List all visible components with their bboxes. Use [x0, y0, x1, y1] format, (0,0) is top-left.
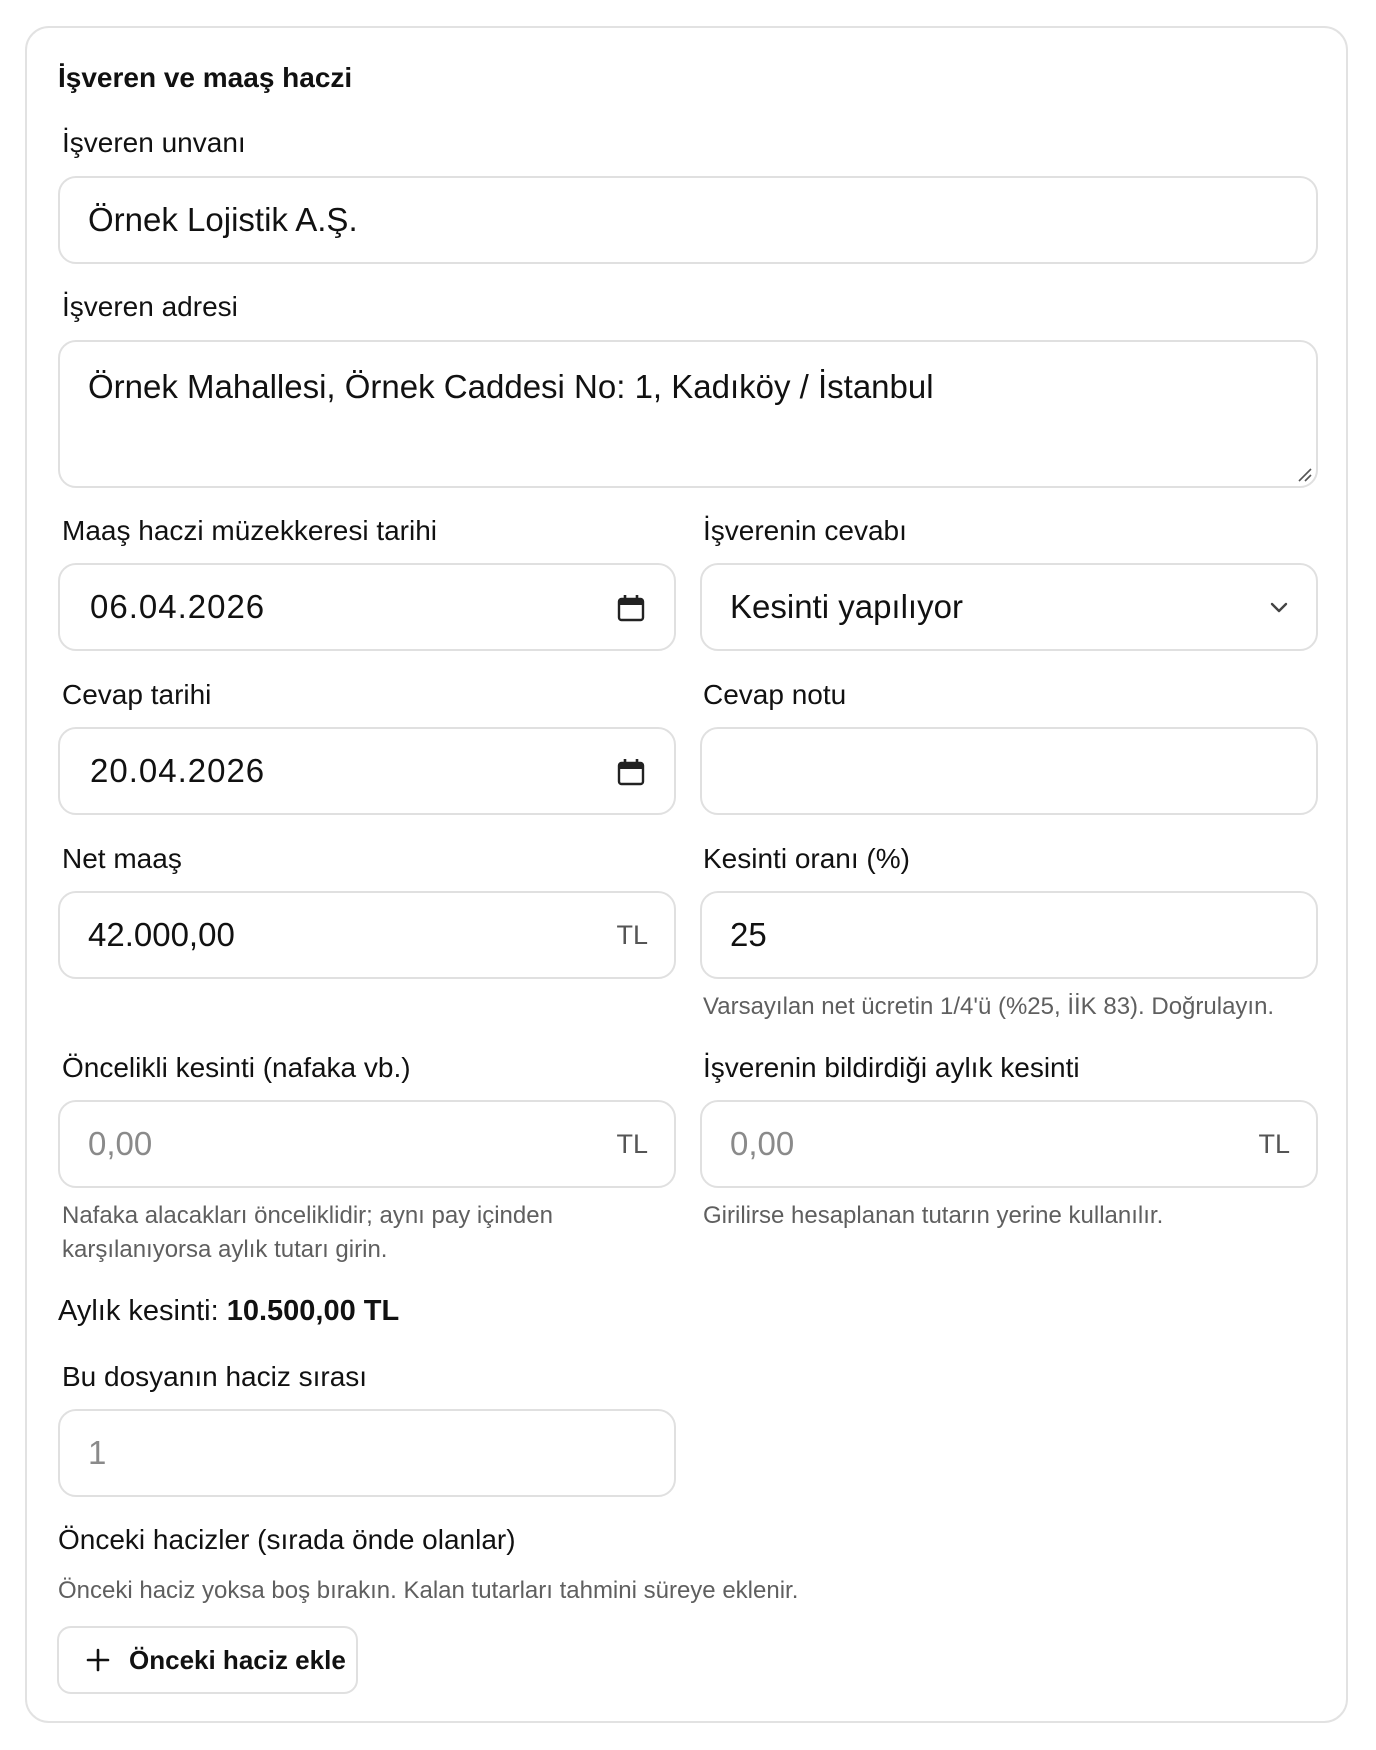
reported-deduction-help: Girilirse hesaplanan tutarın yerine kull… — [703, 1202, 1164, 1229]
employer-response-selected: Kesinti yapılıyor — [730, 588, 963, 625]
chevron-down-icon — [1270, 602, 1288, 613]
order-date-input[interactable]: 06.04.2026 — [58, 563, 676, 651]
monthly-deduction-label: Aylık kesinti: — [58, 1295, 219, 1327]
deduction-rate-help: Varsayılan net ücretin 1/4'ü (%25, İİK 8… — [703, 993, 1275, 1020]
priority-deduction-input[interactable]: 0,00 TL — [58, 1100, 676, 1188]
reported-deduction-placeholder: 0,00 — [730, 1125, 795, 1162]
priority-deduction-help: Nafaka alacakları önceliklidir; aynı pay… — [62, 1199, 553, 1267]
currency-suffix: TL — [616, 920, 648, 950]
calendar-icon[interactable] — [616, 757, 646, 787]
previous-seizures-help: Önceki haciz yoksa boş bırakın. Kalan tu… — [58, 1577, 799, 1604]
resize-grip-icon[interactable] — [1296, 466, 1312, 482]
plus-icon — [86, 1648, 110, 1672]
currency-suffix: TL — [1258, 1129, 1290, 1159]
add-previous-seizure-label: Önceki haciz ekle — [129, 1644, 346, 1675]
add-previous-seizure-button[interactable]: Önceki haciz ekle — [57, 1626, 358, 1694]
employer-response-label: İşverenin cevabı — [703, 515, 907, 546]
employer-name-value: Örnek Lojistik A.Ş. — [88, 201, 358, 238]
seizure-order-input[interactable]: 1 — [58, 1409, 676, 1497]
response-date-label: Cevap tarihi — [62, 679, 212, 710]
monthly-deduction-value: 10.500,00 TL — [226, 1295, 400, 1327]
reported-deduction-input[interactable]: 0,00 TL — [700, 1100, 1318, 1188]
employer-address-textarea[interactable]: Örnek Mahallesi, Örnek Caddesi No: 1, Ka… — [58, 340, 1318, 488]
response-note-label: Cevap notu — [703, 679, 847, 710]
priority-deduction-label: Öncelikli kesinti (nafaka vb.) — [62, 1052, 411, 1083]
priority-deduction-help-line2: karşılanıyorsa aylık tutarı girin. — [62, 1236, 388, 1263]
seizure-order-label: Bu dosyanın haciz sırası — [62, 1361, 368, 1392]
response-date-value: 20.04.2026 — [90, 752, 266, 789]
seizure-order-placeholder: 1 — [88, 1434, 107, 1471]
order-date-value: 06.04.2026 — [90, 588, 266, 625]
monthly-deduction-summary: Aylık kesinti: 10.500,00 TL — [58, 1295, 399, 1328]
deduction-rate-value: 25 — [730, 916, 767, 953]
priority-deduction-placeholder: 0,00 — [88, 1125, 153, 1162]
employer-name-field[interactable]: Örnek Lojistik A.Ş. — [58, 176, 1318, 264]
employer-name-label: İşveren unvanı — [62, 127, 246, 158]
employer-response-select[interactable]: Kesinti yapılıyor — [700, 563, 1318, 651]
section-title: İşveren ve maaş haczi — [58, 62, 353, 93]
response-date-input[interactable]: 20.04.2026 — [58, 727, 676, 815]
employer-address-value: Örnek Mahallesi, Örnek Caddesi No: 1, Ka… — [88, 368, 934, 405]
order-date-label: Maaş haczi müzekkeresi tarihi — [62, 515, 438, 546]
net-salary-label: Net maaş — [62, 843, 182, 874]
deduction-rate-label: Kesinti oranı (%) — [703, 843, 910, 874]
employer-address-label: İşveren adresi — [62, 291, 238, 322]
net-salary-input[interactable]: 42.000,00 TL — [58, 891, 676, 979]
deduction-rate-input[interactable]: 25 — [700, 891, 1318, 979]
calendar-icon[interactable] — [616, 593, 646, 623]
net-salary-value: 42.000,00 — [88, 916, 235, 953]
priority-deduction-help-line1: Nafaka alacakları önceliklidir; aynı pay… — [62, 1202, 553, 1229]
currency-suffix: TL — [616, 1129, 648, 1159]
reported-deduction-label: İşverenin bildirdiği aylık kesinti — [703, 1052, 1080, 1083]
previous-seizures-title: Önceki hacizler (sırada önde olanlar) — [58, 1524, 516, 1555]
response-note-input[interactable] — [700, 727, 1318, 815]
